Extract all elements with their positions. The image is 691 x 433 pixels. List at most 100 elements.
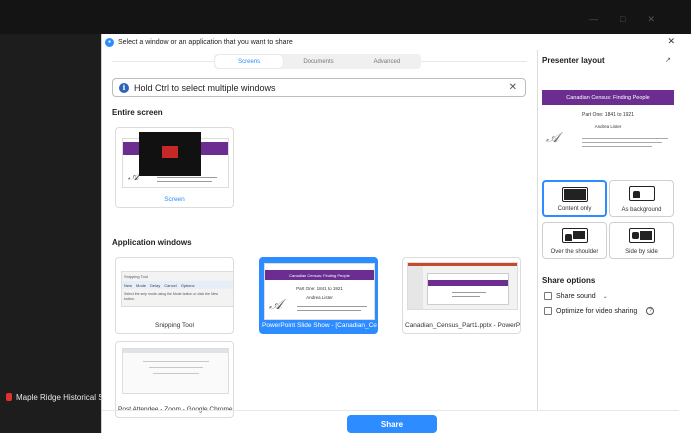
snip-text: Select the snip mode using the Mode butt…	[124, 292, 218, 301]
slide-canvas	[427, 273, 509, 305]
snip-delay: Delay	[150, 282, 161, 288]
preview-title: Canadian Census: Finding People	[542, 90, 674, 105]
snip-mode: Mode	[136, 282, 147, 288]
multi-select-hint: i Hold Ctrl to select multiple windows ✕	[112, 78, 526, 97]
slide-pane	[408, 266, 423, 309]
window-card-chrome[interactable]: Post Attendee - Zoom - Google Chrome	[115, 341, 234, 418]
content-block	[563, 189, 586, 200]
signature-graphic: 𝒜	[269, 297, 283, 313]
preview-text-line	[582, 142, 662, 143]
snipping-tool-thumbnail: Snipping Tool New Mode Delay Cancel Opti…	[121, 271, 234, 307]
layout-side-by-side[interactable]: Side by side	[609, 222, 674, 259]
content-block	[572, 231, 585, 239]
thumb-text-line	[153, 373, 199, 374]
footer-divider	[102, 410, 679, 411]
chevron-down-icon[interactable]: ⌄	[603, 293, 608, 300]
window-label: PowerPoint Slide Show - [Canadian_Ce...	[262, 322, 377, 329]
thumb-text-line	[297, 306, 367, 307]
powerpoint-thumbnail	[407, 262, 518, 310]
dialog-titlebar: ● Select a window or an application that…	[102, 34, 679, 50]
maximize-icon[interactable]: □	[620, 14, 625, 25]
share-dialog: ● Select a window or an application that…	[101, 34, 679, 433]
as-background-icon	[628, 186, 655, 201]
screen-card[interactable]: 𝒜 Screen	[115, 127, 234, 208]
preview-author: Andrea Lister	[594, 124, 622, 129]
thumb-text-line	[157, 177, 217, 178]
layout-label: As background	[621, 207, 662, 213]
thumb-text-line	[452, 292, 486, 293]
close-icon[interactable]: ✕	[647, 14, 655, 25]
share-source-panel: Screens Documents Advanced i Hold Ctrl t…	[102, 50, 537, 418]
person-block	[631, 232, 639, 239]
window-label: Snipping Tool	[155, 322, 194, 329]
share-sound-label: Share sound	[556, 292, 596, 300]
logo-icon	[162, 146, 178, 158]
share-tabs: Screens Documents Advanced	[214, 54, 421, 69]
layout-label: Side by side	[625, 249, 658, 255]
window-card-powerpoint[interactable]: Canadian_Census_Part1.pptx - PowerP...	[402, 257, 521, 334]
layout-as-background[interactable]: As background	[609, 180, 674, 217]
entire-screen-heading: Entire screen	[112, 108, 163, 117]
dismiss-hint-icon[interactable]: ✕	[509, 82, 517, 93]
app-windows-heading: Application windows	[112, 238, 192, 247]
layout-over-the-shoulder[interactable]: Over the shoulder	[542, 222, 607, 259]
thumb-title-band: Canadian Census: Finding People	[265, 270, 374, 280]
snip-title: Snipping Tool	[124, 274, 148, 279]
layout-content-only[interactable]: Content only	[542, 180, 607, 217]
video-overlay	[139, 132, 201, 176]
thumb-text-line	[157, 181, 212, 182]
preview-text-line	[582, 138, 668, 139]
ribbon-bar	[408, 263, 517, 266]
thumb-title-band	[428, 280, 508, 286]
share-button[interactable]: Share	[347, 415, 437, 433]
preview-text-line	[582, 146, 652, 147]
desktop-edge	[678, 34, 691, 433]
tab-screens[interactable]: Screens	[215, 55, 284, 68]
snip-new: New	[124, 282, 133, 288]
optimize-video-option: Optimize for video sharing ?	[544, 307, 655, 315]
snip-options: Options	[180, 282, 195, 288]
person-block	[564, 234, 572, 241]
tab-documents[interactable]: Documents	[284, 54, 352, 69]
window-label: Canadian_Census_Part1.pptx - PowerP...	[405, 322, 520, 329]
thumb-text-line	[297, 310, 361, 311]
signature-graphic: 𝒜	[546, 130, 560, 146]
layout-label: Over the shoulder	[550, 249, 599, 255]
thumb-text-line	[143, 361, 209, 362]
over-shoulder-icon	[561, 228, 588, 243]
tab-advanced[interactable]: Advanced	[353, 54, 421, 69]
info-icon: i	[119, 82, 129, 93]
share-sound-checkbox[interactable]	[544, 292, 552, 300]
snip-toolbar: New Mode Delay Cancel Options	[122, 281, 233, 289]
minimize-icon[interactable]: —	[589, 14, 598, 25]
window-card-snipping-tool[interactable]: Snipping Tool New Mode Delay Cancel Opti…	[115, 257, 234, 334]
close-icon[interactable]: ✕	[667, 36, 675, 47]
thumb-text-line	[149, 367, 203, 368]
window-card-slideshow[interactable]: Canadian Census: Finding People Part One…	[259, 257, 378, 334]
content-only-icon	[561, 187, 588, 202]
browser-tabbar	[123, 349, 228, 353]
participant-label: Maple Ridge Historical S	[6, 389, 101, 405]
presenter-layout-panel: Presenter layout ↗ Canadian Census: Find…	[537, 50, 679, 410]
muted-mic-icon	[6, 393, 12, 401]
snip-cancel: Cancel	[164, 282, 177, 288]
expand-icon[interactable]: ↗	[665, 56, 671, 64]
preview-subtitle: Part One: 1841 to 1921	[582, 112, 634, 118]
presenter-layout-heading: Presenter layout	[542, 56, 605, 65]
side-by-side-icon	[628, 228, 655, 243]
help-icon[interactable]: ?	[646, 307, 655, 315]
share-options-heading: Share options	[542, 276, 596, 285]
layout-preview: Canadian Census: Finding People Part One…	[542, 86, 674, 165]
thumb-text-line	[452, 296, 480, 297]
zoom-app-icon: ●	[105, 37, 114, 47]
signature-graphic: 𝒜	[128, 169, 140, 183]
layout-label: Content only	[557, 206, 592, 212]
share-sound-option: Share sound ⌄	[544, 292, 608, 300]
optimize-video-checkbox[interactable]	[544, 307, 552, 315]
chrome-thumbnail	[122, 348, 229, 394]
slideshow-thumbnail: Canadian Census: Finding People Part One…	[264, 263, 375, 320]
optimize-video-label: Optimize for video sharing	[556, 307, 638, 315]
content-block	[639, 231, 652, 240]
hint-text: Hold Ctrl to select multiple windows	[134, 82, 276, 93]
thumb-subtitle: Part One: 1841 to 1921	[296, 286, 343, 291]
